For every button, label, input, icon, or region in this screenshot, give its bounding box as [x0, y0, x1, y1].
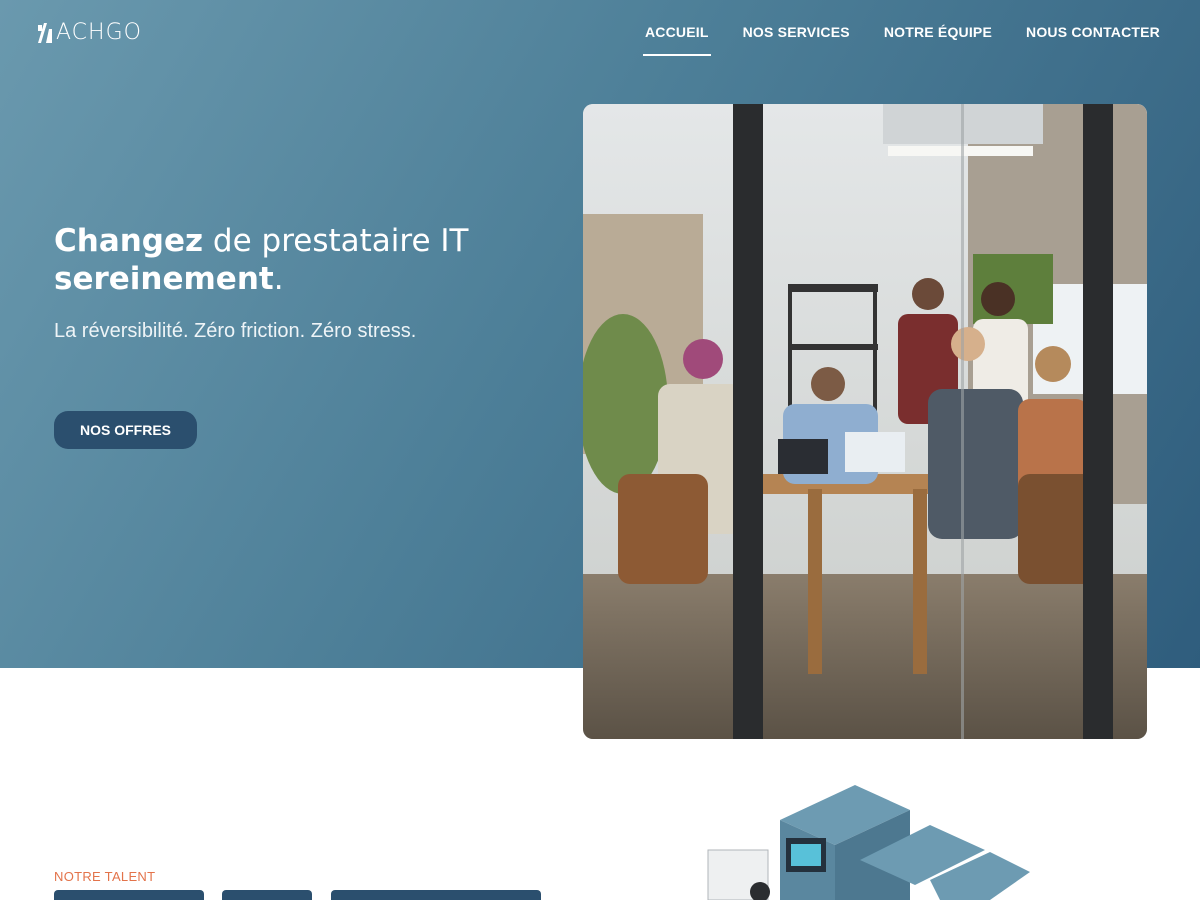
nav-notre-equipe[interactable]: NOTRE ÉQUIPE — [884, 24, 992, 56]
meeting-room-image — [583, 104, 1147, 739]
headline-bold-1: Changez — [54, 223, 204, 259]
logo[interactable]: ACHGO — [38, 20, 142, 45]
logo-text: ACHGO — [56, 20, 142, 45]
section-label-notre-talent: NOTRE TALENT — [54, 869, 156, 884]
nos-offres-button[interactable]: NOS OFFRES — [54, 411, 197, 449]
nav-nos-services[interactable]: NOS SERVICES — [743, 24, 850, 56]
heading-fragment — [222, 890, 313, 900]
server-rack-illustration — [690, 780, 1070, 900]
main-nav: ACCUEIL NOS SERVICES NOTRE ÉQUIPE NOUS C… — [643, 24, 1160, 56]
nav-accueil[interactable]: ACCUEIL — [643, 24, 711, 56]
section-heading-cropped — [54, 890, 634, 900]
nav-nous-contacter[interactable]: NOUS CONTACTER — [1026, 24, 1160, 56]
hero-headline: Changez de prestataire IT sereinement. — [54, 222, 469, 298]
heading-fragment — [330, 890, 541, 900]
headline-bold-2: sereinement — [54, 261, 274, 297]
achgo-logo-icon — [38, 22, 52, 43]
headline-rest-1: de prestataire IT — [203, 223, 469, 259]
headline-rest-2: . — [273, 261, 284, 297]
heading-fragment — [54, 890, 204, 900]
hero-tagline: La réversibilité. Zéro friction. Zéro st… — [54, 320, 417, 342]
hero-photo — [583, 104, 1147, 739]
